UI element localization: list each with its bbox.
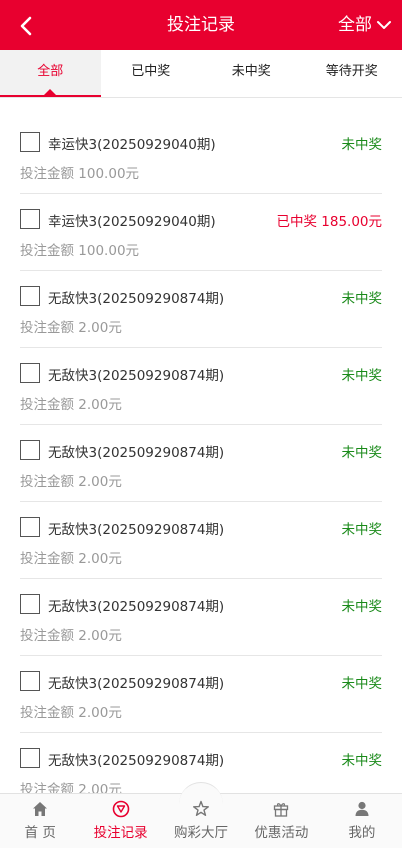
result-status: 未中奖 — [341, 445, 383, 461]
tabbar-label: 购彩大厅 — [174, 825, 229, 841]
list-item[interactable]: 幸运快3(20250929040期) 已中奖 185.00元 投注金额 100.… — [20, 194, 382, 271]
tabbar-bet-record[interactable]: 投注记录 — [80, 794, 160, 848]
tab-lost[interactable]: 未中奖 — [201, 50, 302, 97]
lottery-name: 无敌快3(202509290874期) — [48, 368, 225, 384]
result-status: 未中奖 — [341, 676, 383, 692]
list-item[interactable]: 无敌快3(202509290874期) 未中奖 投注金额 2.00元 — [20, 656, 382, 733]
tabbar-label: 投注记录 — [93, 825, 148, 841]
bet-amount: 投注金额 100.00元 — [20, 166, 140, 182]
bet-record-icon — [112, 800, 129, 818]
tabbar-label: 我的 — [348, 825, 376, 841]
tabbar-lottery-hall[interactable]: 购彩大厅 — [161, 782, 241, 848]
lottery-name: 无敌快3(202509290874期) — [48, 291, 225, 307]
lottery-name: 幸运快3(20250929040期) — [48, 137, 216, 153]
select-checkbox[interactable] — [20, 748, 40, 768]
home-icon — [33, 802, 48, 816]
lottery-name: 无敌快3(202509290874期) — [48, 676, 225, 692]
lottery-hall-icon — [193, 800, 210, 816]
bottom-tab-bar: 首 页 投注记录 购彩大厅 优惠活动 我的 — [0, 782, 402, 848]
lottery-name: 无敌快3(202509290874期) — [48, 599, 225, 615]
tabbar-label: 优惠活动 — [254, 825, 309, 841]
select-checkbox[interactable] — [20, 440, 40, 460]
gift-icon — [274, 803, 289, 817]
result-status: 未中奖 — [341, 291, 383, 307]
app-header: 投注记录 全部 — [0, 0, 402, 50]
select-checkbox[interactable] — [20, 594, 40, 614]
list-item[interactable]: 无敌快3(202509290874期) 未中奖 投注金额 2.00元 — [20, 502, 382, 579]
select-checkbox[interactable] — [20, 286, 40, 306]
select-checkbox[interactable] — [20, 671, 40, 691]
tabbar-promotions[interactable]: 优惠活动 — [241, 794, 321, 848]
bet-amount: 投注金额 2.00元 — [20, 551, 122, 567]
lottery-name: 无敌快3(202509290874期) — [48, 753, 225, 769]
bet-amount: 投注金额 2.00元 — [20, 782, 122, 793]
select-checkbox[interactable] — [20, 363, 40, 383]
bet-amount: 投注金额 2.00元 — [20, 320, 122, 336]
list-item[interactable]: 无敌快3(202509290874期) 未中奖 投注金额 2.00元 — [20, 579, 382, 656]
lottery-name: 无敌快3(202509290874期) — [48, 522, 225, 538]
tab-won[interactable]: 已中奖 — [101, 50, 202, 97]
list-item[interactable]: 无敌快3(202509290874期) 未中奖 投注金额 2.00元 — [20, 425, 382, 502]
bet-record-list[interactable]: 幸运快3(20250929040期) 未中奖 投注金额 100.00元 幸运快3… — [0, 117, 402, 793]
select-checkbox[interactable] — [20, 132, 40, 152]
list-item[interactable]: 无敌快3(202509290874期) 未中奖 投注金额 2.00元 — [20, 348, 382, 425]
result-status: 未中奖 — [341, 522, 383, 538]
tabbar-label: 首 页 — [24, 825, 56, 841]
bet-amount: 投注金额 2.00元 — [20, 474, 122, 490]
result-status: 未中奖 — [341, 368, 383, 384]
select-checkbox[interactable] — [20, 209, 40, 229]
tabbar-home[interactable]: 首 页 — [0, 794, 80, 848]
result-status: 未中奖 — [341, 599, 383, 615]
list-item[interactable]: 幸运快3(20250929040期) 未中奖 投注金额 100.00元 — [20, 117, 382, 194]
select-checkbox[interactable] — [20, 517, 40, 537]
result-status: 已中奖 185.00元 — [276, 214, 382, 230]
chevron-down-icon — [377, 21, 391, 29]
user-icon — [355, 801, 369, 816]
bet-amount: 投注金额 100.00元 — [20, 243, 140, 259]
list-item[interactable]: 无敌快3(202509290874期) 未中奖 投注金额 2.00元 — [20, 271, 382, 348]
tab-all[interactable]: 全部 — [0, 50, 101, 97]
tabbar-profile[interactable]: 我的 — [322, 794, 402, 848]
result-status: 未中奖 — [341, 753, 383, 769]
filter-label: 全部 — [338, 15, 372, 35]
bet-amount: 投注金额 2.00元 — [20, 397, 122, 413]
tab-pending[interactable]: 等待开奖 — [302, 50, 402, 97]
filter-dropdown[interactable]: 全部 — [338, 0, 392, 50]
lottery-name: 幸运快3(20250929040期) — [48, 214, 216, 230]
result-status: 未中奖 — [341, 137, 383, 153]
lottery-name: 无敌快3(202509290874期) — [48, 445, 225, 461]
status-tabs: 全部 已中奖 未中奖 等待开奖 — [0, 50, 402, 98]
bet-amount: 投注金额 2.00元 — [20, 628, 122, 644]
bet-amount: 投注金额 2.00元 — [20, 705, 122, 721]
